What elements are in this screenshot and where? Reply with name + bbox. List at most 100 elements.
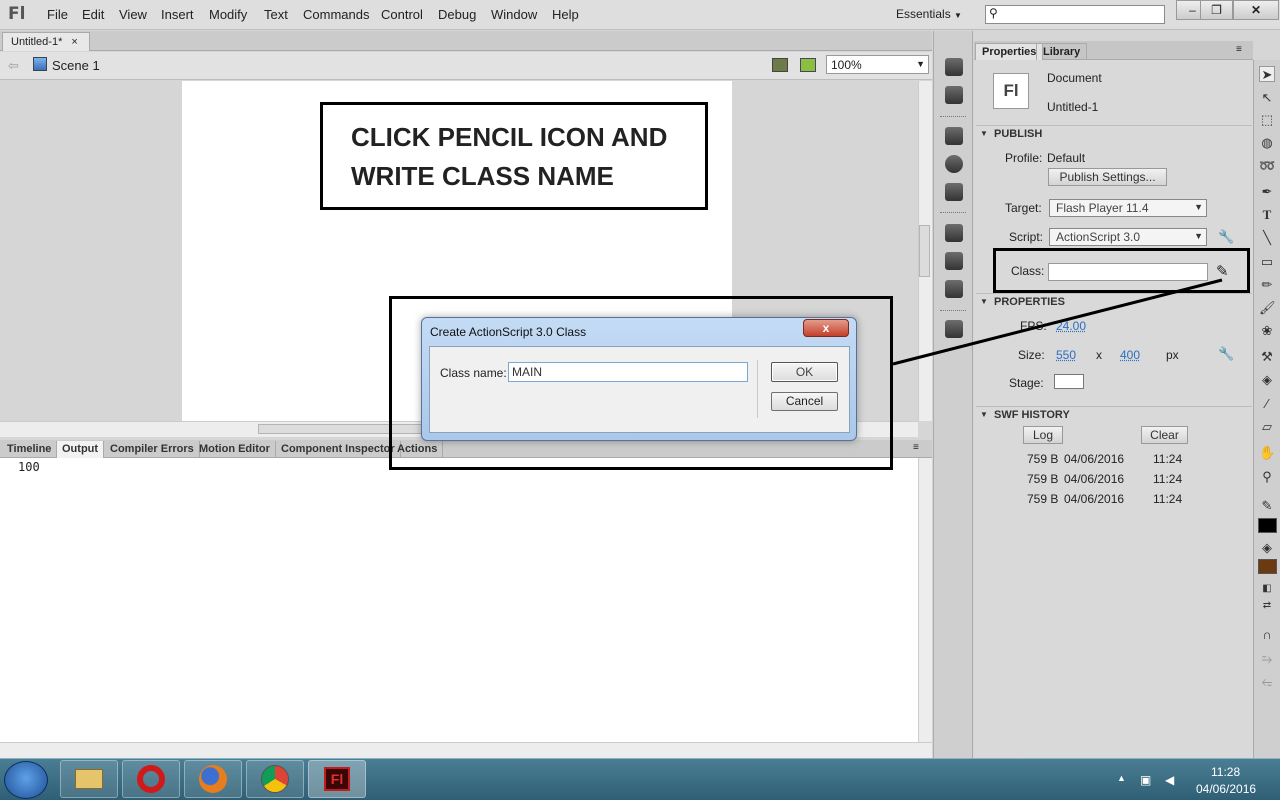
explorer-taskbar-button[interactable] [60,760,118,798]
fill-color-icon[interactable]: ◈ [1259,540,1275,556]
clock-date[interactable]: 04/06/2016 [1196,782,1256,796]
wrench-icon[interactable]: 🔧 [1218,229,1234,245]
menu-view[interactable]: View [119,7,147,22]
swatches-icon[interactable] [945,86,963,104]
search-input[interactable]: ⚲ [985,5,1165,24]
menu-insert[interactable]: Insert [161,7,194,22]
height-value[interactable]: 400 [1120,348,1140,362]
dialog-close-button[interactable]: x [803,319,849,337]
class-input[interactable] [1048,263,1208,281]
zoom-select[interactable]: 100% ▼ [826,55,929,74]
flash-taskbar-button[interactable]: Fl [308,760,366,798]
paint-bucket-icon[interactable]: ◈ [1259,372,1275,388]
menu-commands[interactable]: Commands [303,7,369,22]
restore-button[interactable]: ❐ [1200,0,1233,20]
tab-motion-editor[interactable]: Motion Editor [194,441,276,458]
workspace-switcher[interactable]: Essentials ▼ [896,7,962,21]
transform-icon[interactable] [945,183,963,201]
snap-magnet-icon[interactable]: ∩ [1259,627,1275,643]
log-button[interactable]: Log [1023,426,1063,444]
publish-section-header[interactable]: PUBLISH [976,125,1252,143]
class-name-input[interactable]: MAIN [508,362,748,382]
output-horizontal-scrollbar[interactable] [0,742,932,758]
stage-color-swatch[interactable] [1054,374,1084,389]
close-tab-icon[interactable]: × [71,36,77,48]
volume-tray-icon[interactable]: ◀ [1165,773,1174,787]
project-icon[interactable] [945,320,963,338]
tray-expand-icon[interactable]: ▲ [1117,773,1126,783]
scene-label[interactable]: Scene 1 [52,58,100,73]
stage-vertical-scroll-thumb[interactable] [919,225,930,277]
menu-control[interactable]: Control [381,7,423,22]
color-icon[interactable] [945,58,963,76]
edit-scene-icon[interactable] [772,58,788,72]
back-arrow-icon[interactable]: ⇦ [8,58,19,74]
fill-color-swatch[interactable] [1258,559,1277,574]
zoom-tool-icon[interactable]: ⚲ [1259,469,1275,485]
rectangle-tool-icon[interactable]: ▭ [1259,254,1275,270]
deco-tool-icon[interactable]: ❀ [1259,323,1275,339]
bone-tool-icon[interactable]: ⚒ [1259,349,1275,365]
stroke-color-swatch[interactable] [1258,518,1277,533]
menu-file[interactable]: File [47,7,68,22]
brush-tool-icon[interactable]: 🖌 [1259,300,1276,316]
components-icon[interactable] [945,252,963,270]
network-tray-icon[interactable]: ▣ [1140,773,1151,787]
swap-colors-icon[interactable]: ⇄ [1259,598,1275,614]
eyedropper-icon[interactable]: ⁄ [1259,396,1275,412]
3d-rotation-icon[interactable]: ◍ [1259,135,1275,151]
width-value[interactable]: 550 [1056,348,1076,362]
edit-symbols-icon[interactable] [800,58,816,72]
lasso-icon[interactable]: ➿ [1259,158,1275,174]
clock-time[interactable]: 11:28 [1211,765,1240,779]
line-tool-icon[interactable]: ╲ [1259,230,1275,246]
window-close-button[interactable]: ✕ [1233,0,1279,20]
align-icon[interactable] [945,127,963,145]
start-button[interactable] [4,761,48,799]
selection-tool-icon[interactable]: ➤ [1259,66,1275,82]
panel-menu-icon[interactable]: ≡ [913,442,919,453]
document-tab[interactable]: Untitled-1* × [2,32,90,51]
hand-tool-icon[interactable]: ✋ [1259,445,1275,461]
tab-compiler-errors[interactable]: Compiler Errors [105,441,200,458]
output-vertical-scrollbar[interactable] [918,458,932,742]
code-snippets-icon[interactable] [945,224,963,242]
menu-debug[interactable]: Debug [438,7,476,22]
eraser-icon[interactable]: ▱ [1259,419,1275,435]
script-select[interactable]: ActionScript 3.0 [1049,228,1207,246]
menu-edit[interactable]: Edit [82,7,104,22]
panel-menu-icon[interactable]: ≡ [1236,44,1242,55]
free-transform-icon[interactable]: ⬚ [1259,112,1275,128]
motion-presets-icon[interactable] [945,280,963,298]
pen-tool-icon[interactable]: ✒ [1259,184,1275,200]
tab-output[interactable]: Output [57,441,105,458]
tab-library[interactable]: Library [1036,43,1088,60]
stroke-color-icon[interactable]: ✎ [1259,498,1275,514]
swf-history-section-header[interactable]: SWF HISTORY [976,406,1252,424]
black-white-icon[interactable]: ◧ [1259,581,1275,597]
chrome-taskbar-button[interactable] [246,760,304,798]
cancel-button[interactable]: Cancel [771,392,838,411]
menu-window[interactable]: Window [491,7,537,22]
tab-properties[interactable]: Properties [975,43,1044,60]
fps-value[interactable]: 24.00 [1056,319,1086,333]
menu-help[interactable]: Help [552,7,579,22]
publish-settings-button[interactable]: Publish Settings... [1048,168,1167,186]
menu-modify[interactable]: Modify [209,7,247,22]
tab-timeline[interactable]: Timeline [2,441,58,458]
subselection-tool-icon[interactable]: ↖ [1259,90,1275,106]
wrench-icon[interactable]: 🔧 [1218,346,1234,362]
text-tool-icon[interactable]: T [1259,207,1275,223]
info-icon[interactable] [945,155,963,173]
pencil-tool-icon[interactable]: ✏ [1259,277,1275,293]
straighten-icon[interactable]: ⥳ [1259,674,1275,690]
menu-text[interactable]: Text [264,7,288,22]
properties-section-header[interactable]: PROPERTIES [976,293,1252,311]
output-panel[interactable] [0,458,918,742]
opera-taskbar-button[interactable] [122,760,180,798]
pencil-icon[interactable]: ✎ [1216,262,1229,280]
firefox-taskbar-button[interactable] [184,760,242,798]
smooth-icon[interactable]: ⥲ [1259,651,1275,667]
clear-button[interactable]: Clear [1141,426,1188,444]
tab-component-inspector[interactable]: Component Inspector [276,441,401,458]
